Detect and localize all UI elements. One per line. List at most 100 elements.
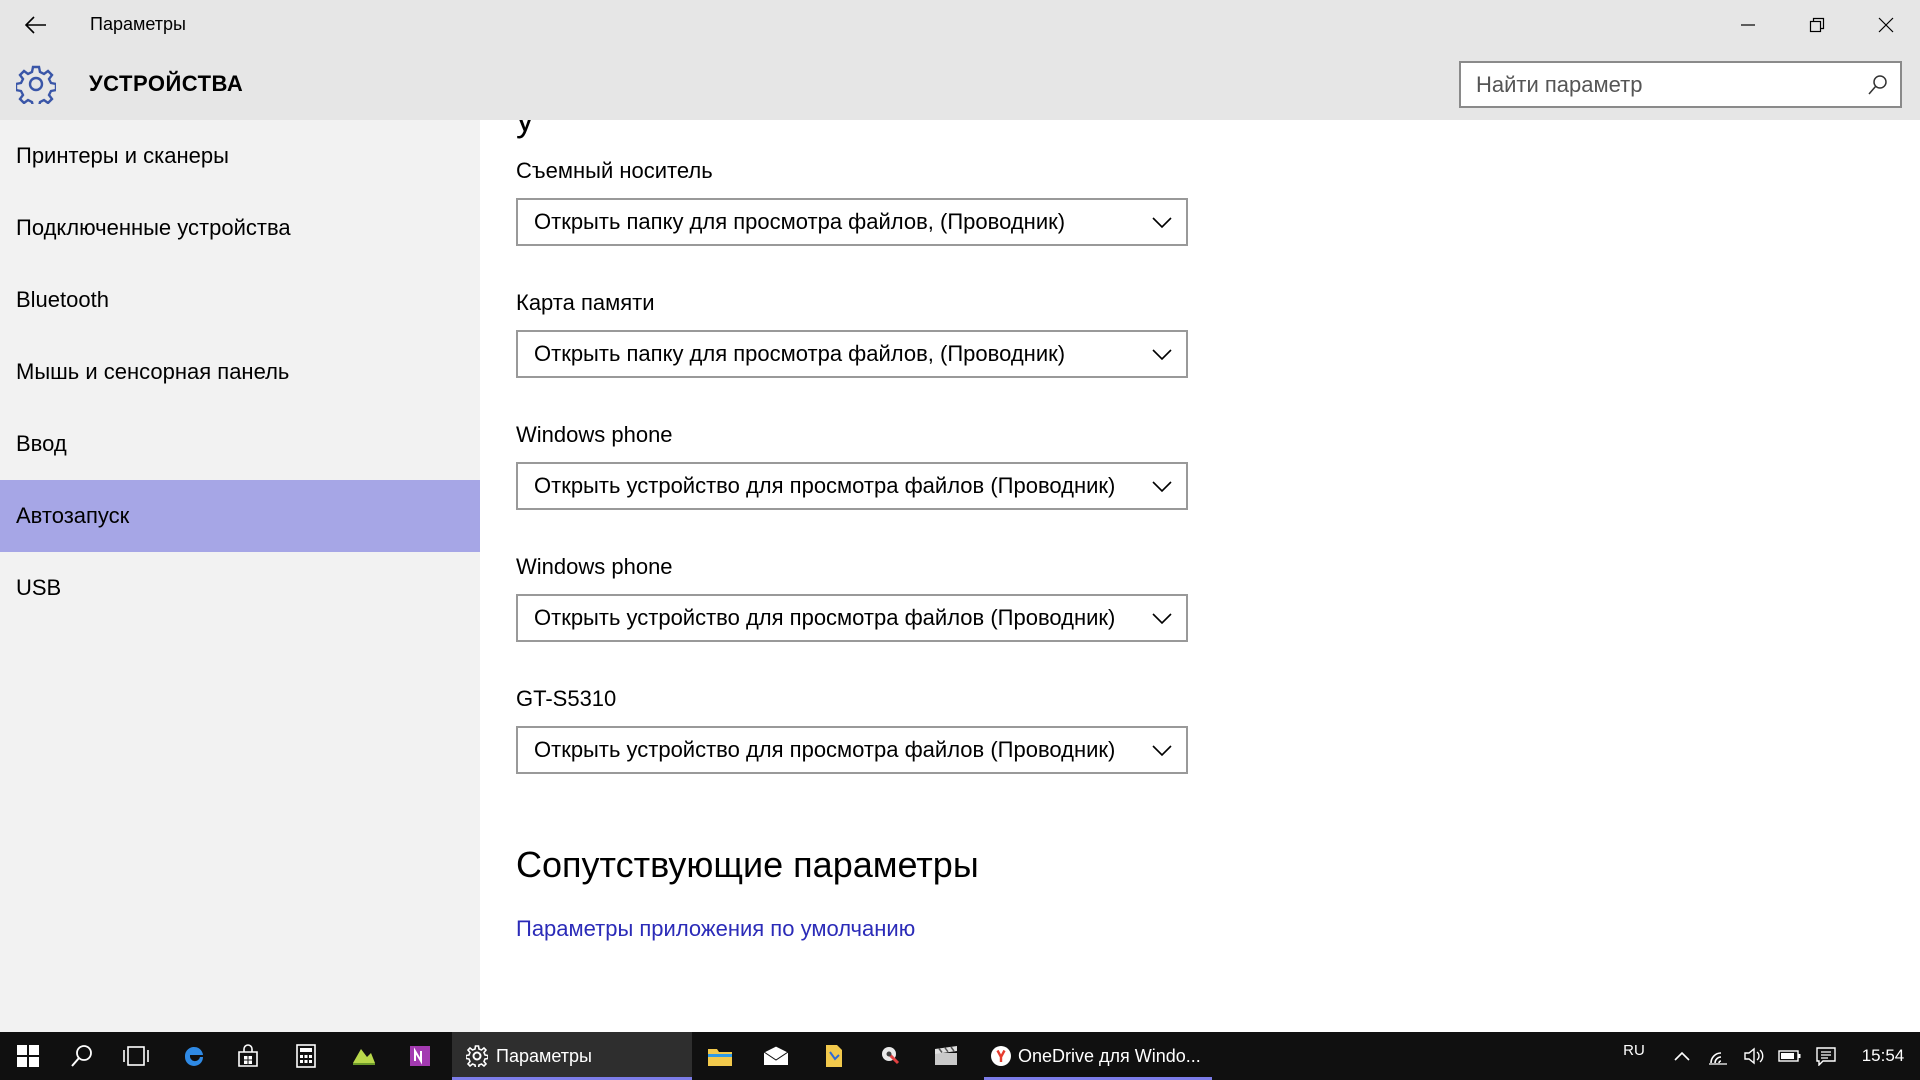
battery-icon	[1778, 1050, 1801, 1062]
search-button[interactable]	[54, 1032, 110, 1080]
mail-button[interactable]	[748, 1032, 804, 1080]
calculator-icon	[296, 1044, 316, 1068]
sidebar-item-printers[interactable]: Принтеры и сканеры	[0, 120, 480, 192]
search-box[interactable]	[1459, 61, 1902, 108]
yandex-browser-icon	[991, 1046, 1011, 1066]
photos-icon	[353, 1049, 375, 1065]
dropdown-value: Открыть папку для просмотра файлов, (Про…	[534, 341, 1066, 366]
wifi-icon	[1709, 1052, 1727, 1065]
sidebar-item-label: Автозапуск	[16, 503, 130, 528]
calculator-button[interactable]	[278, 1032, 334, 1080]
task-view-icon	[123, 1046, 149, 1066]
edge-browser-icon	[184, 1046, 203, 1066]
gear-icon	[16, 65, 56, 104]
network-button[interactable]	[1700, 1032, 1736, 1080]
sidebar-item-bluetooth[interactable]: Bluetooth	[0, 264, 480, 336]
dropdown-value: Открыть папку для просмотра файлов, (Про…	[534, 209, 1066, 234]
notification-icon	[1816, 1047, 1836, 1066]
dropdown-removable-drive[interactable]: Открыть папку для просмотра файлов, (Про…	[516, 198, 1188, 246]
scrolled-heading-fragment: у	[516, 120, 534, 140]
minimize-icon	[1740, 24, 1755, 26]
window-title: Параметры	[90, 14, 186, 34]
chevron-down-icon	[1152, 745, 1172, 757]
sidebar-item-autoplay[interactable]: Автозапуск	[0, 480, 480, 552]
dropdown-gt-s5310[interactable]: Открыть устройство для просмотра файлов …	[516, 726, 1188, 774]
gear-icon	[466, 1045, 488, 1067]
taskbar-app-onedrive[interactable]: OneDrive для Windo...	[984, 1032, 1212, 1080]
search-icon	[71, 1045, 92, 1067]
taskbar: Параметры OneDrive для Windo... RU 15:54	[0, 1032, 1920, 1080]
dropdown-memory-card[interactable]: Открыть папку для просмотра файлов, (Про…	[516, 330, 1188, 378]
chevron-down-icon	[1152, 613, 1172, 625]
section-title: УСТРОЙСТВА	[89, 71, 244, 96]
windows-logo-icon	[17, 1045, 39, 1067]
start-button[interactable]	[0, 1032, 56, 1080]
field-label-windows-phone-2: Windows phone	[516, 554, 673, 579]
sidebar-item-label: Мышь и сенсорная панель	[16, 359, 290, 384]
sidebar-item-connected-devices[interactable]: Подключенные устройства	[0, 192, 480, 264]
file-document-icon	[826, 1045, 842, 1067]
field-label-removable-drive: Съемный носитель	[516, 158, 713, 183]
film-clapper-icon	[935, 1046, 957, 1065]
search-input[interactable]	[1461, 64, 1851, 105]
taskbar-app-settings[interactable]: Параметры	[452, 1032, 692, 1080]
back-arrow-icon	[25, 16, 46, 34]
field-label-memory-card: Карта памяти	[516, 290, 655, 315]
settings-header: УСТРОЙСТВА	[0, 50, 1920, 120]
action-center-button[interactable]	[1808, 1032, 1844, 1080]
battery-button[interactable]	[1772, 1032, 1808, 1080]
edge-button[interactable]	[166, 1032, 222, 1080]
title-bar: Параметры	[0, 0, 1920, 50]
sidebar-item-usb[interactable]: USB	[0, 552, 480, 624]
volume-button[interactable]	[1736, 1032, 1772, 1080]
search-icon[interactable]	[1866, 73, 1890, 97]
dropdown-windows-phone-2[interactable]: Открыть устройство для просмотра файлов …	[516, 594, 1188, 642]
clock[interactable]: 15:54	[1850, 1032, 1916, 1080]
onenote-button[interactable]	[392, 1032, 448, 1080]
chevron-down-icon	[1152, 481, 1172, 493]
dropdown-value: Открыть устройство для просмотра файлов …	[534, 605, 1116, 630]
language-indicator[interactable]: RU	[1614, 1026, 1654, 1074]
file-explorer-button[interactable]	[692, 1032, 748, 1080]
video-editor-button[interactable]	[918, 1032, 974, 1080]
sidebar-item-label: Bluetooth	[16, 287, 109, 312]
sidebar-item-label: Ввод	[16, 431, 67, 456]
store-bag-icon	[238, 1044, 258, 1067]
sidebar: Принтеры и сканеры Подключенные устройст…	[0, 120, 480, 1032]
restore-icon	[1809, 17, 1824, 33]
related-settings-heading: Сопутствующие параметры	[516, 844, 979, 885]
folder-icon	[708, 1049, 732, 1066]
sidebar-item-mouse-touchpad[interactable]: Мышь и сенсорная панель	[0, 336, 480, 408]
window-controls	[1713, 0, 1920, 50]
taskbar-app-label: Параметры	[496, 1045, 592, 1066]
field-label-windows-phone-1: Windows phone	[516, 422, 673, 447]
taskbar-app-label: OneDrive для Windo...	[1018, 1045, 1201, 1066]
close-icon	[1878, 17, 1893, 33]
dropdown-value: Открыть устройство для просмотра файлов …	[534, 473, 1116, 498]
media-app-button[interactable]	[862, 1032, 918, 1080]
show-hidden-icons-button[interactable]	[1664, 1032, 1700, 1080]
mail-icon	[763, 1046, 789, 1065]
store-button[interactable]	[220, 1032, 276, 1080]
field-label-gt-s5310: GT-S5310	[516, 686, 617, 711]
close-button[interactable]	[1851, 0, 1920, 50]
main-content: у Съемный носитель Открыть папку для про…	[480, 120, 1920, 1032]
dropdown-value: Открыть устройство для просмотра файлов …	[534, 737, 1116, 762]
sidebar-item-typing[interactable]: Ввод	[0, 408, 480, 480]
task-view-button[interactable]	[108, 1032, 164, 1080]
restore-button[interactable]	[1782, 0, 1851, 50]
default-app-settings-link[interactable]: Параметры приложения по умолчанию	[516, 916, 915, 942]
photo-app-button[interactable]	[336, 1032, 392, 1080]
pinned-file-button[interactable]	[806, 1032, 862, 1080]
sidebar-item-label: Принтеры и сканеры	[16, 143, 229, 168]
speaker-icon	[1744, 1047, 1764, 1065]
media-player-icon	[882, 1047, 900, 1065]
sidebar-item-label: USB	[16, 575, 62, 600]
onenote-icon	[410, 1046, 430, 1066]
chevron-down-icon	[1152, 217, 1172, 229]
minimize-button[interactable]	[1713, 0, 1782, 50]
sidebar-item-label: Подключенные устройства	[16, 215, 291, 240]
chevron-up-icon	[1674, 1051, 1690, 1061]
back-button[interactable]	[14, 5, 58, 45]
dropdown-windows-phone-1[interactable]: Открыть устройство для просмотра файлов …	[516, 462, 1188, 510]
